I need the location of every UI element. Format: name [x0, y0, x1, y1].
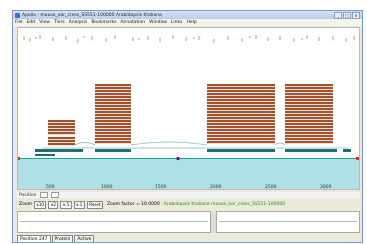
zoom-x05-button[interactable]: x.5: [60, 200, 72, 209]
zoom-reset-button[interactable]: Reset: [86, 200, 103, 209]
menu-tiers[interactable]: Tiers: [54, 20, 65, 25]
menu-help[interactable]: Help: [186, 20, 196, 25]
panel-divider-line: [20, 221, 208, 222]
ruler-tick: 1000: [101, 185, 113, 190]
maximize-button[interactable]: □: [343, 12, 351, 19]
ruler: 500 1000 1500 2000 2500 3000: [17, 185, 360, 191]
cursor-marker[interactable]: [176, 156, 180, 161]
zoom-x2-button[interactable]: x2: [48, 200, 59, 209]
ruler-tick: 3000: [320, 185, 332, 190]
position-label: Position: [19, 192, 37, 198]
menu-edit[interactable]: Edit: [27, 20, 36, 25]
edge-marker-right: [356, 157, 359, 160]
scatter-track-dark: [35, 36, 303, 40]
tab-active[interactable]: Active: [74, 235, 95, 242]
feature-stack-1[interactable]: [48, 120, 75, 146]
menu-analysis[interactable]: Analysis: [69, 20, 88, 25]
menu-window[interactable]: Window: [149, 20, 167, 25]
window-title: Apollo - mouse_ear_cress_SS551-100000 Ar…: [22, 12, 162, 18]
ruler-tick: 2500: [265, 185, 277, 190]
app-icon: [15, 12, 20, 18]
zoom-label: Zoom: [19, 202, 32, 207]
zoom-toolbar: Zoom x10 x2 x.5 x.1 Reset Zoom factor = …: [17, 200, 360, 209]
apollo-window: Apollo - mouse_ear_cress_SS551-100000 Ar…: [12, 10, 363, 243]
zoom-factor-text: Zoom factor = 10.0000: [106, 202, 160, 207]
menu-view[interactable]: View: [39, 20, 50, 25]
gene-model-track[interactable]: [35, 149, 351, 156]
menu-file[interactable]: File: [15, 20, 23, 25]
strand-line: [18, 158, 359, 159]
menu-annotation[interactable]: Annotation: [120, 20, 145, 25]
feature-stack-3[interactable]: [207, 84, 275, 144]
scroll-right-button[interactable]: [50, 192, 59, 198]
species-label: Arabidopsis thaliana mouse_ear_cress_SS5…: [163, 202, 286, 207]
ruler-tick: 2000: [210, 185, 222, 190]
panel-divider-line: [219, 221, 357, 222]
title-bar[interactable]: Apollo - mouse_ear_cress_SS551-100000 Ar…: [13, 11, 362, 19]
genome-view-canvas[interactable]: [17, 27, 360, 190]
minimize-button[interactable]: _: [334, 12, 342, 19]
ruler-tick: 500: [46, 185, 55, 190]
bottom-tabs: Position 247 Protein Active: [17, 235, 95, 242]
evidence-info-panel[interactable]: [216, 211, 360, 233]
zoom-x01-button[interactable]: x.1: [73, 200, 85, 209]
window-controls: _ □ ×: [334, 12, 360, 19]
scroll-left-button[interactable]: [39, 192, 48, 198]
scatter-track: [23, 35, 355, 43]
feature-stack-2[interactable]: [95, 84, 131, 144]
menu-links[interactable]: Links: [171, 20, 183, 25]
tab-position[interactable]: Position 247: [17, 235, 51, 242]
menu-bar: File Edit View Tiers Analysis Bookmarks …: [13, 19, 362, 26]
zoom-x10-button[interactable]: x10: [33, 200, 47, 209]
tab-protein[interactable]: Protein: [51, 235, 74, 242]
position-scroll-bar[interactable]: Position: [17, 192, 360, 198]
edge-marker-left: [18, 157, 20, 160]
annotation-info-panel[interactable]: [17, 211, 211, 233]
feature-stack-4[interactable]: [285, 84, 333, 144]
genome-view-svg: [18, 35, 359, 189]
ruler-tick: 1500: [155, 185, 167, 190]
close-button[interactable]: ×: [352, 12, 360, 19]
menu-bookmarks[interactable]: Bookmarks: [91, 20, 116, 25]
